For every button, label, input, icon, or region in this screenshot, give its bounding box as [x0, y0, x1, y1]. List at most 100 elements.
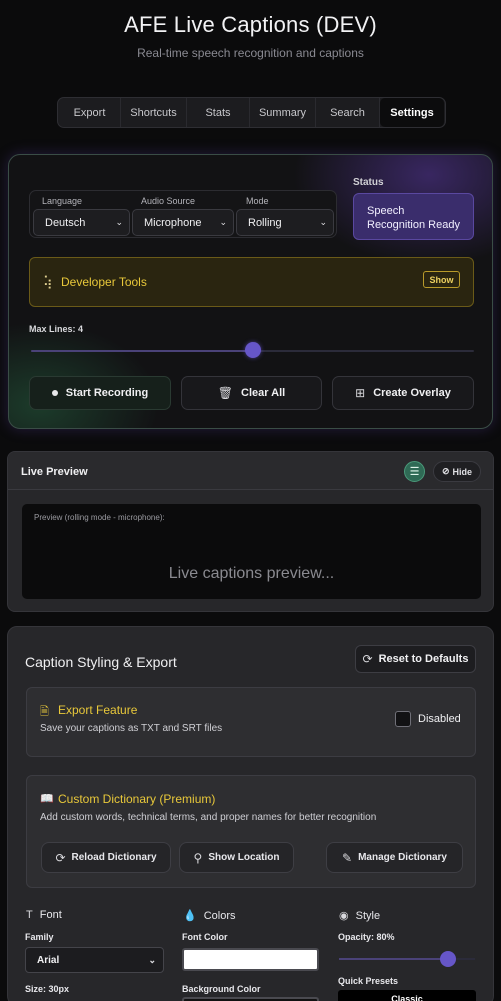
mode-label: Mode: [246, 196, 269, 206]
selects-group: Language Deutsch ⌄ Audio Source Micropho…: [29, 190, 337, 238]
developer-tools-show-button[interactable]: Show: [423, 271, 460, 288]
chevron-down-icon: ⌄: [148, 954, 156, 965]
audio-source-select[interactable]: Microphone ⌄: [132, 209, 234, 236]
colors-section-title: 💧 Colors: [183, 909, 236, 923]
export-toggle-checkbox[interactable]: [395, 711, 411, 727]
create-overlay-label: Create Overlay: [373, 387, 451, 399]
chevron-down-icon: ⌄: [115, 217, 123, 227]
refresh-icon: ⟳: [362, 652, 373, 666]
caption-styling-card: Caption Styling & Export ⟳ Reset to Defa…: [7, 626, 494, 1001]
tab-bar: Export Shortcuts Stats Summary Search Se…: [57, 97, 446, 128]
background-color-picker[interactable]: [182, 997, 319, 1001]
colors-title: Colors: [203, 909, 236, 922]
preview-hint: Preview (rolling mode - microphone):: [34, 513, 165, 522]
chevron-down-icon: ⌄: [219, 217, 227, 227]
preview-placeholder: Live captions preview...: [168, 565, 335, 582]
hide-label: Hide: [452, 466, 473, 477]
record-dot-icon: [51, 390, 58, 396]
reset-defaults-label: Reset to Defaults: [378, 653, 469, 665]
preview-area: Preview (rolling mode - microphone): Liv…: [22, 504, 481, 599]
mode-value: Rolling: [248, 216, 282, 229]
language-label: Language: [42, 196, 83, 206]
reload-dictionary-button[interactable]: ⟳ Reload Dictionary: [41, 842, 171, 873]
font-color-picker[interactable]: [182, 948, 319, 971]
tab-settings[interactable]: Settings: [380, 98, 444, 127]
max-lines-slider-fill: [31, 350, 253, 352]
app-header: AFE Live Captions (DEV) Real-time speech…: [0, 12, 501, 60]
max-lines-slider[interactable]: [31, 342, 474, 358]
language-value: Deutsch: [45, 216, 86, 229]
show-location-button[interactable]: ⚲ Show Location: [179, 842, 294, 873]
font-size-label: Size: 30px: [25, 984, 70, 994]
trash-icon: 🗑: [217, 386, 233, 400]
opacity-slider-fill: [339, 958, 448, 960]
export-feature-title: Export Feature: [58, 703, 138, 717]
audio-source-value: Microphone: [144, 216, 202, 229]
background-color-label: Background Color: [182, 984, 261, 994]
tab-stats[interactable]: Stats: [187, 98, 250, 127]
controls-card: Language Deutsch ⌄ Audio Source Micropho…: [8, 154, 493, 429]
live-preview-title: Live Preview: [21, 466, 88, 478]
custom-dictionary-panel: 📖 Custom Dictionary (Premium) Add custom…: [26, 775, 476, 888]
preset-classic-button[interactable]: Classic: [338, 990, 476, 1001]
opacity-slider[interactable]: [339, 951, 475, 967]
export-feature-panel: 🗎 Export Feature Save your captions as T…: [26, 687, 476, 757]
font-color-label: Font Color: [182, 932, 228, 942]
plus-square-icon: ⊞: [355, 386, 366, 400]
map-pin-icon: ⚲: [193, 850, 203, 865]
tab-shortcuts[interactable]: Shortcuts: [121, 98, 187, 127]
reload-dictionary-label: Reload Dictionary: [71, 852, 157, 863]
caption-styling-title: Caption Styling & Export: [25, 654, 177, 670]
export-feature-desc: Save your captions as TXT and SRT files: [40, 723, 223, 734]
style-section-title: ◉ Style: [339, 909, 381, 923]
file-icon: 🗎: [40, 706, 49, 718]
custom-dictionary-desc: Add custom words, technical terms, and p…: [40, 812, 377, 823]
live-preview-card: Live Preview ☰ ⊘ Hide Preview (rolling m…: [7, 451, 494, 612]
create-overlay-button[interactable]: ⊞ Create Overlay: [332, 376, 474, 410]
start-recording-button[interactable]: Start Recording: [29, 376, 171, 410]
app-title: AFE Live Captions (DEV): [124, 12, 377, 37]
export-toggle-label: Disabled: [418, 713, 461, 725]
max-lines-label: Max Lines: 4: [29, 324, 84, 334]
custom-dictionary-title: Custom Dictionary (Premium): [58, 792, 216, 806]
tab-summary[interactable]: Summary: [250, 98, 316, 127]
manage-dictionary-button[interactable]: ✎ Manage Dictionary: [326, 842, 463, 873]
show-location-label: Show Location: [208, 852, 280, 863]
status-label: Status: [353, 177, 384, 188]
mode-select[interactable]: Rolling ⌄: [236, 209, 334, 236]
developer-tools-panel: ⢵ Developer Tools Show: [29, 257, 474, 307]
clear-all-button[interactable]: 🗑 Clear All: [181, 376, 322, 410]
live-preview-header: Live Preview ☰ ⊘ Hide: [8, 452, 493, 490]
font-family-value: Arial: [37, 954, 60, 966]
clear-all-label: Clear All: [241, 387, 286, 399]
target-icon: ◉: [339, 910, 349, 922]
tab-search[interactable]: Search: [316, 98, 380, 127]
manage-dictionary-label: Manage Dictionary: [358, 852, 447, 863]
font-family-label: Family: [25, 932, 54, 942]
language-select[interactable]: Deutsch ⌄: [33, 209, 130, 236]
max-lines-slider-thumb[interactable]: [244, 342, 261, 358]
audio-source-label: Audio Source: [141, 196, 196, 206]
reset-defaults-button[interactable]: ⟳ Reset to Defaults: [355, 645, 476, 673]
quick-presets-label: Quick Presets: [338, 976, 399, 986]
eye-off-icon: ⊘: [441, 466, 450, 476]
hide-preview-button[interactable]: ⊘ Hide: [433, 461, 481, 482]
tab-export[interactable]: Export: [59, 98, 121, 127]
opacity-label: Opacity: 80%: [338, 932, 395, 942]
wand-icon: ⢵: [43, 274, 53, 289]
app-subtitle: Real-time speech recognition and caption…: [137, 46, 364, 60]
layers-icon[interactable]: ☰: [404, 461, 425, 482]
status-badge: Speech Recognition Ready: [353, 193, 474, 240]
font-family-select[interactable]: Arial ⌄: [25, 947, 164, 973]
opacity-slider-thumb[interactable]: [439, 951, 456, 967]
chevron-down-icon: ⌄: [319, 217, 327, 227]
style-title: Style: [355, 909, 381, 922]
book-icon: 📖: [40, 793, 54, 805]
font-title: Font: [39, 909, 62, 921]
start-recording-label: Start Recording: [65, 387, 149, 399]
droplet-icon: 💧: [183, 910, 197, 922]
refresh-icon: ⟳: [55, 850, 66, 865]
font-section-title: T Font: [26, 909, 62, 921]
developer-tools-label: Developer Tools: [61, 275, 147, 289]
edit-icon: ✎: [342, 850, 353, 865]
